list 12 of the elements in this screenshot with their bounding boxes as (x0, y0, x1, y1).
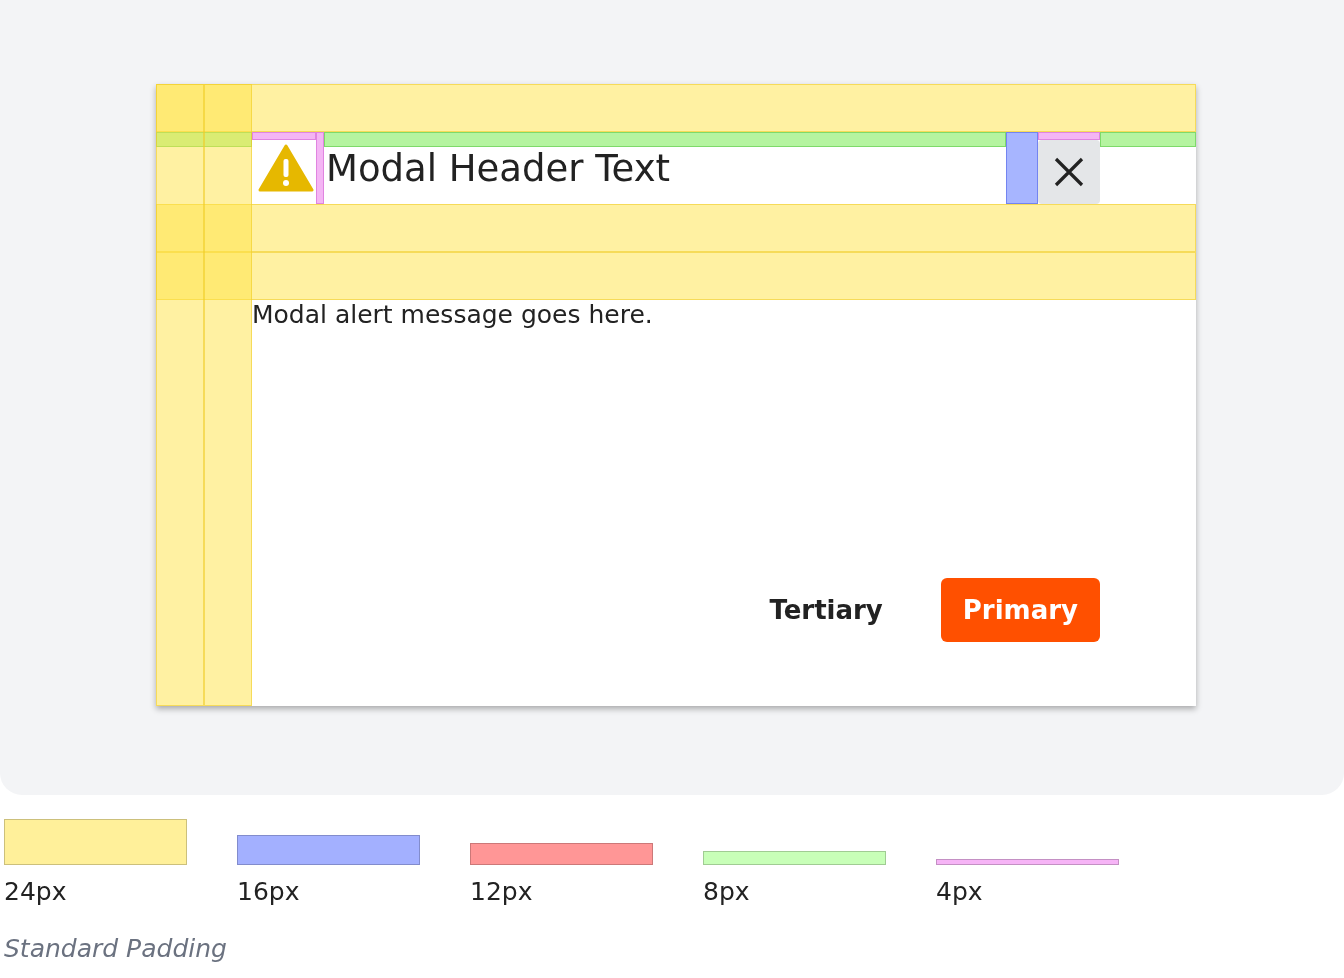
swatch-label: 16px (237, 877, 301, 906)
swatch-label: 4px (936, 877, 984, 906)
modal-title: Modal Header Text (326, 146, 672, 190)
tertiary-button[interactable]: Tertiary (759, 578, 893, 642)
warning-icon (258, 144, 314, 192)
close-icon (1053, 156, 1085, 188)
swatch-label: 24px (4, 877, 68, 906)
close-button[interactable] (1038, 140, 1100, 204)
swatch-label: 12px (470, 877, 534, 906)
modal-message: Modal alert message goes here. (252, 300, 654, 329)
swatch-label: 8px (703, 877, 751, 906)
legend-caption: Standard Padding (4, 934, 228, 963)
